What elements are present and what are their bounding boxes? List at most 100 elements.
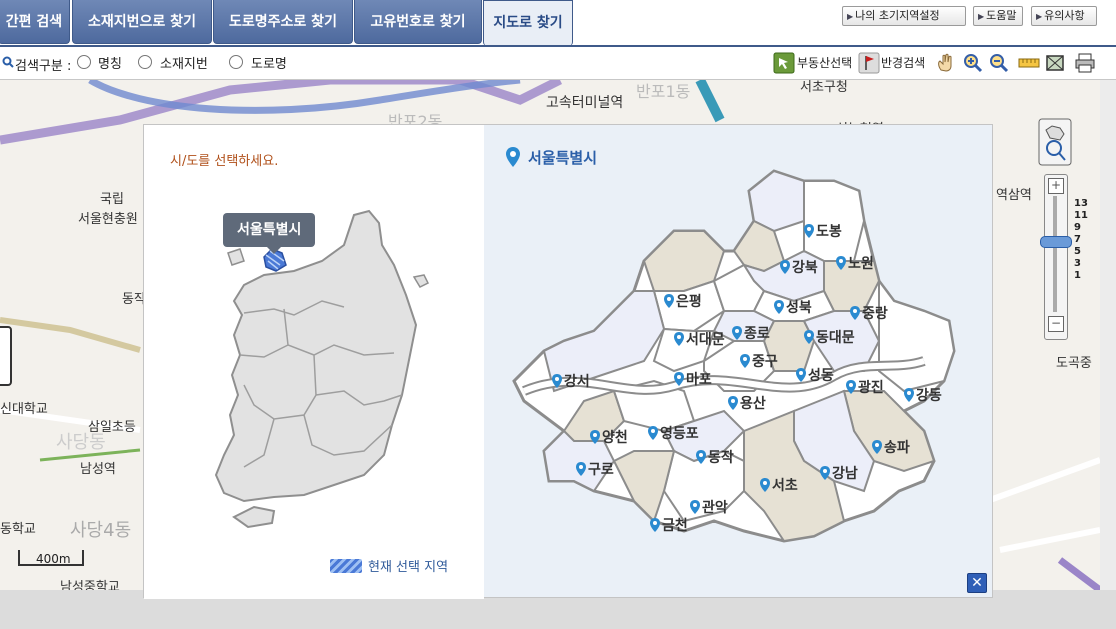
print-icon[interactable] <box>1074 52 1096 74</box>
district-label: 강동 <box>916 388 942 404</box>
seoul-district-map[interactable] <box>504 161 974 561</box>
ruler-icon[interactable] <box>1018 52 1040 74</box>
initial-area-button[interactable]: ▶ 나의 초기지역설정 <box>842 6 966 26</box>
zoom-level: 13 <box>1074 198 1088 209</box>
district-label: 서초 <box>772 478 798 494</box>
location-pin-icon <box>674 372 684 386</box>
help-button[interactable]: ▶ 도움말 <box>973 6 1023 26</box>
map-label: 반포1동 <box>636 82 691 101</box>
search-type-label: 검색구분 : <box>15 59 72 74</box>
district-5[interactable]: 중랑 <box>850 303 888 323</box>
tab-road-address[interactable]: 도로명주소로 찾기 <box>213 0 353 44</box>
korea-map[interactable] <box>204 205 444 535</box>
zoom-level: 7 <box>1074 234 1081 245</box>
district-1[interactable]: 강북 <box>780 257 818 277</box>
location-pin-icon <box>850 306 860 320</box>
radio-road[interactable] <box>229 55 243 69</box>
zoom-level: 5 <box>1074 246 1081 257</box>
zoom-in-icon[interactable] <box>962 52 984 74</box>
district-3[interactable]: 은평 <box>664 291 702 311</box>
area-measure-icon[interactable] <box>1044 52 1066 74</box>
location-pin-icon <box>690 500 700 514</box>
property-select-icon[interactable] <box>773 52 795 74</box>
zoom-plus-button[interactable]: + <box>1048 178 1064 194</box>
map-label: 역삼역 <box>996 188 1032 203</box>
district-label: 동작 <box>708 450 734 466</box>
notes-button[interactable]: ▶ 유의사항 <box>1031 6 1097 26</box>
district-17[interactable]: 영등포 <box>648 423 699 443</box>
district-21[interactable]: 강남 <box>820 463 858 483</box>
district-8[interactable]: 동대문 <box>804 327 855 347</box>
district-label: 용산 <box>740 396 766 412</box>
location-pin-icon <box>774 300 784 314</box>
vertical-scrollbar[interactable] <box>1100 80 1116 590</box>
district-label: 중구 <box>752 354 778 370</box>
radius-search-icon[interactable] <box>858 52 880 74</box>
district-18[interactable]: 송파 <box>872 437 910 457</box>
help-label: 도움말 <box>986 9 1017 22</box>
district-label: 강북 <box>792 260 818 276</box>
district-13[interactable]: 광진 <box>846 377 884 397</box>
district-19[interactable]: 동작 <box>696 447 734 467</box>
district-0[interactable]: 도봉 <box>804 221 842 241</box>
radio-name[interactable] <box>77 55 91 69</box>
tab-map-search[interactable]: 지도로 찾기 <box>483 0 573 46</box>
zoom-levels: 13 11 9 7 5 3 1 <box>1074 198 1088 282</box>
district-label: 송파 <box>884 440 910 456</box>
tab-unique-number[interactable]: 고유번호로 찾기 <box>354 0 482 44</box>
district-22[interactable]: 서초 <box>760 475 798 495</box>
location-pin-icon <box>760 478 770 492</box>
initial-area-label: 나의 초기지역설정 <box>855 9 940 22</box>
zoom-thumb[interactable] <box>1040 236 1072 248</box>
location-pin-icon <box>648 426 658 440</box>
district-20[interactable]: 구로 <box>576 459 614 479</box>
location-pin-icon <box>804 330 814 344</box>
district-7[interactable]: 종로 <box>732 323 770 343</box>
radio-lot[interactable] <box>138 55 152 69</box>
close-button[interactable]: ✕ <box>967 573 987 593</box>
map-label: 고속터미널역 <box>546 95 624 111</box>
district-label: 종로 <box>744 326 770 342</box>
district-15[interactable]: 용산 <box>728 393 766 413</box>
district-9[interactable]: 중구 <box>740 351 778 371</box>
district-label: 성북 <box>786 300 812 316</box>
zoom-minus-button[interactable]: − <box>1048 316 1064 332</box>
map-label: 사당4동 <box>70 520 132 541</box>
map-label: 동학교 <box>0 522 36 537</box>
district-label: 중랑 <box>862 306 888 322</box>
district-label: 도봉 <box>816 224 842 240</box>
overview-map-icon[interactable] <box>1038 118 1072 168</box>
tab-simple-search[interactable]: 간편 검색 <box>0 0 70 44</box>
zoom-out-icon[interactable] <box>988 52 1010 74</box>
property-select-label[interactable]: 부동산선택 <box>797 54 852 71</box>
district-4[interactable]: 성북 <box>774 297 812 317</box>
district-11[interactable]: 마포 <box>674 369 712 389</box>
location-pin-icon <box>552 374 562 388</box>
location-pin-icon <box>836 256 846 270</box>
district-23[interactable]: 관악 <box>690 497 728 517</box>
district-16[interactable]: 양천 <box>590 427 628 447</box>
tab-lot-number[interactable]: 소재지번으로 찾기 <box>72 0 212 44</box>
district-label: 서대문 <box>686 332 725 348</box>
location-pin-icon <box>674 332 684 346</box>
radio-name-label: 명칭 <box>98 57 122 72</box>
hand-pan-icon[interactable] <box>934 52 956 74</box>
search-options-bar: 검색구분 : 명칭 소재지번 도로명 부동산선택 반경검색 <box>0 47 1116 80</box>
radius-search-label[interactable]: 반경검색 <box>881 54 925 71</box>
district-label: 금천 <box>662 518 688 534</box>
district-label: 강남 <box>832 466 858 482</box>
side-panel-toggle[interactable] <box>0 326 12 386</box>
district-14[interactable]: 강동 <box>904 385 942 405</box>
district-24[interactable]: 금천 <box>650 515 688 535</box>
district-label: 노원 <box>848 256 874 272</box>
selected-region-tooltip: 서울특별시 <box>223 213 316 254</box>
radio-road-label: 도로명 <box>251 57 287 72</box>
tab-bar: 간편 검색 소재지번으로 찾기 도로명주소로 찾기 고유번호로 찾기 지도로 찾… <box>0 0 1116 46</box>
district-10[interactable]: 강서 <box>552 371 590 391</box>
arrow-right-icon: ▶ <box>1036 12 1043 21</box>
location-pin-icon <box>732 326 742 340</box>
district-6[interactable]: 서대문 <box>674 329 725 349</box>
district-2[interactable]: 노원 <box>836 253 874 273</box>
location-pin-icon <box>780 260 790 274</box>
district-12[interactable]: 성동 <box>796 365 834 385</box>
